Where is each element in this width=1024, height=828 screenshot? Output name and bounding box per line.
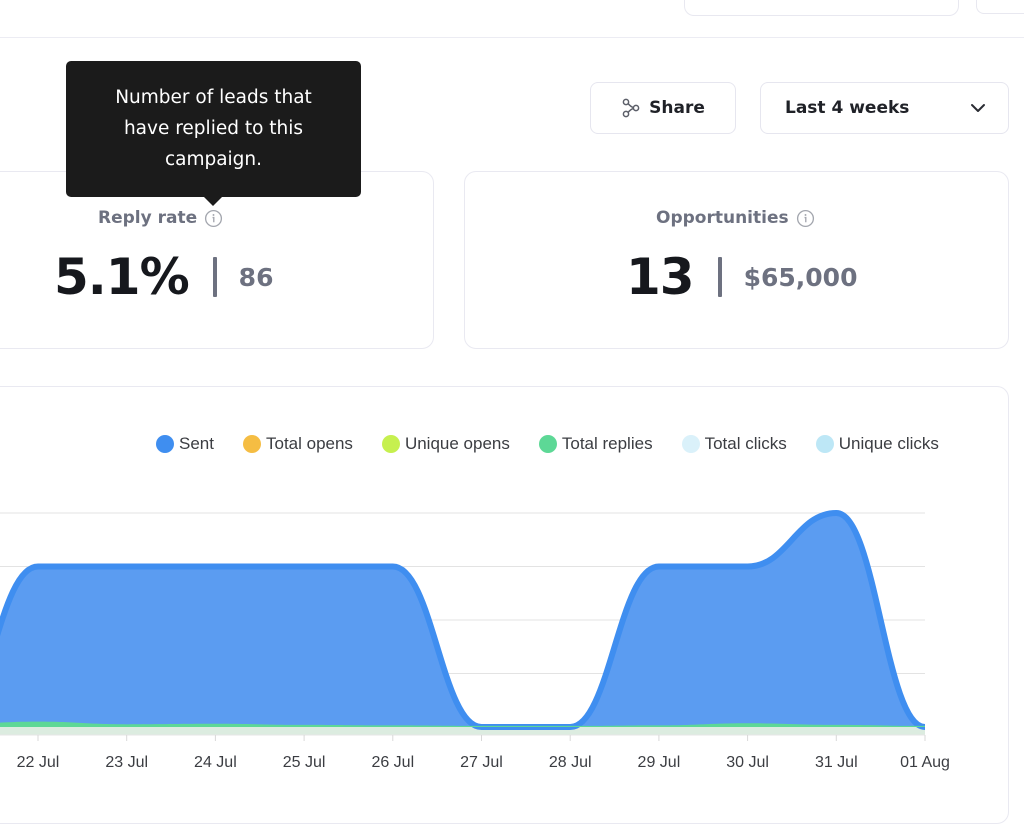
value-separator: [717, 257, 722, 297]
tooltip-arrow: [203, 196, 223, 206]
x-tick-label: 31 Jul: [815, 754, 858, 771]
x-tick-label: 30 Jul: [726, 754, 769, 771]
x-tick-label: 29 Jul: [638, 754, 681, 771]
opportunities-values: 13 $65,000: [626, 248, 857, 306]
x-tick-label: 22 Jul: [17, 754, 60, 771]
legend-label: Total clicks: [704, 434, 787, 453]
opportunities-card: Opportunities 13 $65,000: [464, 171, 1009, 349]
top-control-box-secondary[interactable]: [976, 0, 1024, 14]
legend-item[interactable]: Sent: [156, 434, 214, 454]
chevron-down-icon: [971, 104, 985, 112]
share-label: Share: [649, 98, 705, 118]
legend-item[interactable]: Unique opens: [381, 434, 510, 454]
date-range-value: Last 4 weeks: [785, 98, 910, 118]
legend-dot: [381, 435, 400, 453]
x-tick-label: 24 Jul: [194, 754, 237, 771]
campaign-area-chart: 22 Jul 23 Jul 24 Jul 25 Jul 26 Jul 27 Jul 28 J…: [0, 510, 950, 771]
opportunities-label-text: Opportunities: [656, 208, 789, 228]
legend-dot: [242, 435, 261, 453]
date-range-select[interactable]: Last 4 weeks: [760, 82, 1009, 134]
opportunities-label: Opportunities: [656, 208, 815, 228]
x-axis: 22 Jul 23 Jul 24 Jul 25 Jul 26 Jul 27 Jul 28 J…: [0, 734, 950, 771]
legend-label: Total replies: [561, 434, 653, 453]
reply-rate-label: Reply rate: [98, 208, 223, 228]
legend-label: Sent: [179, 434, 214, 453]
legend-dot: [681, 435, 700, 453]
tooltip-line: campaign.: [164, 149, 263, 170]
x-tick-label: 26 Jul: [371, 754, 414, 771]
baseline-band: [0, 727, 925, 735]
reply-rate-tooltip: Number of leads that have replied to thi…: [66, 61, 361, 197]
share-nodes-icon: [622, 98, 640, 118]
reply-count-value: 86: [238, 262, 274, 292]
x-tick-label: 23 Jul: [105, 754, 148, 771]
legend-label: Unique clicks: [838, 434, 939, 453]
legend-dot: [156, 435, 174, 453]
tooltip-line: Number of leads that: [115, 87, 312, 108]
legend-item[interactable]: Total clicks: [681, 434, 787, 454]
legend-item[interactable]: Total replies: [538, 434, 653, 454]
header-divider: [0, 37, 1024, 38]
top-control-box[interactable]: [684, 0, 959, 16]
info-icon[interactable]: [796, 209, 815, 228]
x-tick-label: 27 Jul: [460, 754, 503, 771]
chart-legend: Sent Total opens Unique opens Total replies…: [156, 434, 939, 454]
reply-rate-values: 5.1% 86: [54, 248, 273, 306]
legend-label: Unique opens: [404, 434, 510, 453]
legend-dot: [815, 435, 834, 453]
share-button[interactable]: Share: [590, 82, 736, 134]
tooltip-line: have replied to this: [123, 118, 304, 139]
legend-label: Total opens: [265, 434, 353, 453]
x-tick-label: 28 Jul: [549, 754, 592, 771]
opportunities-count: 13: [626, 248, 695, 306]
value-separator: [212, 257, 217, 297]
legend-dot: [538, 435, 557, 453]
legend-item[interactable]: Total opens: [242, 434, 353, 454]
reply-rate-label-text: Reply rate: [98, 208, 198, 228]
reply-rate-value: 5.1%: [54, 248, 190, 306]
legend-item[interactable]: Unique clicks: [815, 434, 939, 454]
info-icon[interactable]: [204, 209, 223, 228]
series-areas: [0, 510, 925, 735]
x-tick-label: 25 Jul: [283, 754, 326, 771]
opportunities-value: $65,000: [743, 262, 858, 292]
x-tick-label: 01 Aug: [900, 754, 950, 771]
